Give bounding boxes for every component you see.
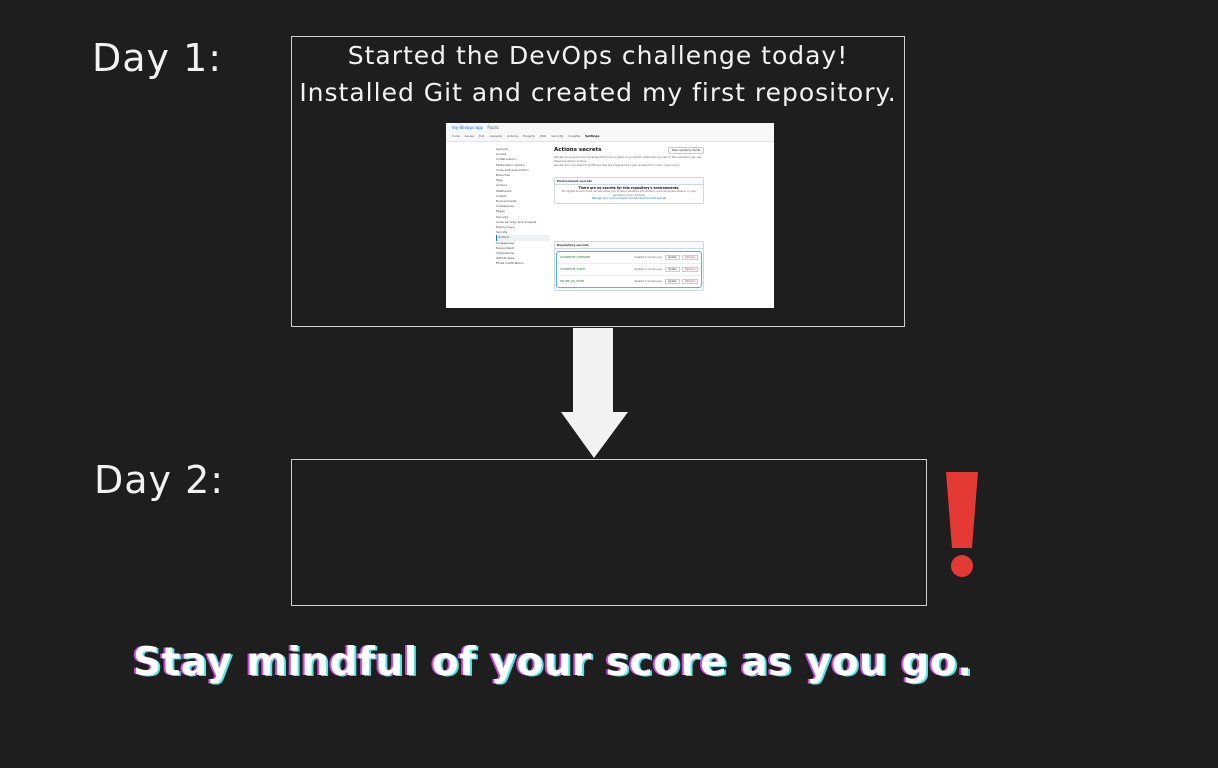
screenshot-secret-name: DOCKERHUB_TOKEN [560, 268, 585, 271]
screenshot-visibility-badge: Public [487, 125, 500, 130]
screenshot-secret-row: SECURE_API_TOKEN Updated 3 minutes ago U… [557, 276, 701, 287]
screenshot-secret-name: SECURE_API_TOKEN [560, 280, 584, 283]
screenshot-tab: Security [551, 134, 564, 138]
exclamation-icon [946, 472, 978, 577]
screenshot-env-link: Manage your environments and add environ… [591, 197, 667, 201]
screenshot-secret-row: DOCKERHUB_USERNAME Updated 3 minutes ago… [557, 252, 701, 264]
screenshot-repo-secrets-card: Repository secrets DOCKERHUB_USERNAME Up… [554, 241, 704, 291]
screenshot-env-secrets-card: Environment secrets There are no secrets… [554, 177, 704, 204]
screenshot-tab: Projects [523, 134, 535, 138]
screenshot-tab: Insights [568, 134, 581, 138]
screenshot-note: Secrets are not passed to workflows that… [554, 164, 680, 168]
screenshot-secret-updated: Updated 3 minutes ago [633, 256, 663, 259]
screenshot-env-body: There are no secrets for this repository… [555, 185, 703, 203]
github-secrets-screenshot: my-devops-app Public Code Issues Pull re… [446, 123, 774, 308]
screenshot-remove-button: Remove [682, 255, 698, 260]
screenshot-secret-updated: Updated 3 minutes ago [633, 268, 663, 271]
screenshot-sidebar-item: Email notifications [496, 261, 524, 266]
screenshot-remove-button: Remove [682, 279, 698, 284]
down-arrow-icon [561, 328, 628, 458]
day2-entry-box[interactable] [291, 459, 927, 606]
screenshot-new-secret-button: New repository secret [668, 147, 705, 154]
screenshot-settings-sidebar: General Access Collaborators Moderation … [496, 147, 550, 267]
screenshot-repo-tabs: Code Issues Pull requests Actions Projec… [446, 132, 774, 142]
screenshot-tab: Pull requests [478, 134, 503, 138]
screenshot-secret-updated: Updated 3 minutes ago [633, 280, 663, 283]
screenshot-description: Secrets are environment variables that a… [554, 156, 702, 163]
day2-label: Day 2: [94, 458, 225, 502]
screenshot-tab: Issues [464, 134, 474, 138]
screenshot-update-button: Update [664, 255, 680, 260]
screenshot-secret-list: DOCKERHUB_USERNAME Updated 3 minutes ago… [556, 251, 702, 288]
day1-label: Day 1: [92, 36, 223, 80]
screenshot-update-button: Update [664, 279, 680, 284]
reminder-text: Stay mindful of your score as you go. [133, 640, 973, 685]
screenshot-tab: Actions [507, 134, 519, 138]
screenshot-secret-name: DOCKERHUB_USERNAME [560, 256, 590, 259]
screenshot-tab: Code [452, 134, 460, 138]
screenshot-secret-row: DOCKERHUB_TOKEN Updated 3 minutes ago Up… [557, 264, 701, 276]
screenshot-tab: Wiki [539, 134, 547, 138]
day1-entry-text: Started the DevOps challenge today! Inst… [299, 41, 897, 107]
screenshot-tab: Settings [585, 134, 600, 138]
screenshot-remove-button: Remove [682, 267, 698, 272]
day1-entry-box: Started the DevOps challenge today! Inst… [291, 36, 905, 327]
screenshot-env-empty-body: Encrypted environment secrets allow you … [562, 190, 696, 197]
screenshot-env-header: Environment secrets [555, 178, 703, 185]
screenshot-repo-secrets-header: Repository secrets [555, 242, 703, 249]
screenshot-update-button: Update [664, 267, 680, 272]
screenshot-repo-name: my-devops-app [452, 125, 484, 130]
